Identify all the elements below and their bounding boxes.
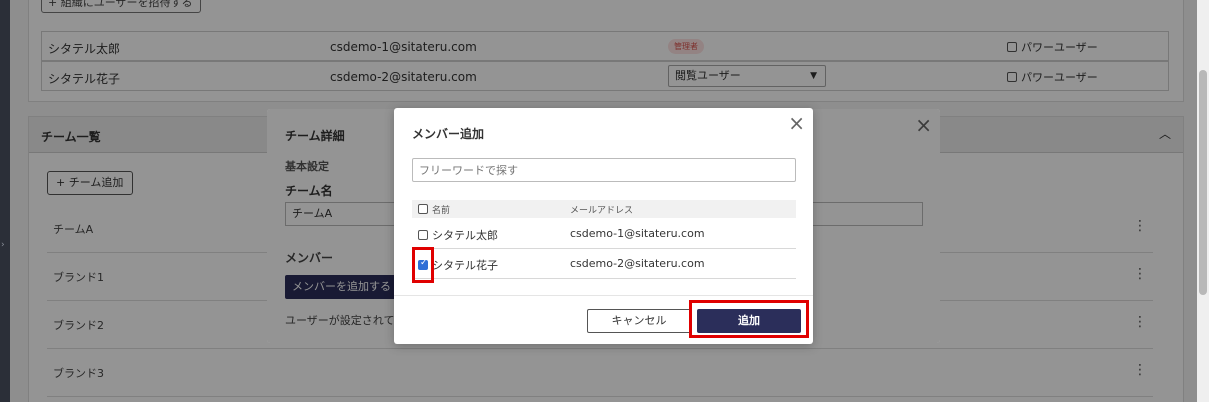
member-checkbox[interactable] bbox=[418, 230, 428, 240]
close-icon[interactable]: × bbox=[788, 111, 805, 135]
member-name-label: シタテル花子 bbox=[432, 259, 498, 272]
member-name-label: シタテル太郎 bbox=[432, 229, 498, 242]
add-button-highlight-frame bbox=[689, 300, 809, 338]
left-rail: › bbox=[0, 0, 10, 402]
member-email: csdemo-1@sitateru.com bbox=[570, 227, 705, 240]
scrollbar-thumb[interactable] bbox=[1199, 70, 1207, 295]
member-add-modal: メンバー追加 × 名前 メールアドレス シタテル太郎 csdemo-1@sita… bbox=[394, 108, 813, 344]
member-row[interactable]: シタテル花子 csdemo-2@sitateru.com bbox=[412, 249, 796, 279]
col-name-label: 名前 bbox=[432, 206, 451, 216]
member-table-header: 名前 メールアドレス bbox=[412, 200, 796, 218]
member-modal-title: メンバー追加 bbox=[412, 127, 485, 141]
checkbox-highlight-frame bbox=[412, 247, 434, 283]
select-all-checkbox[interactable] bbox=[418, 204, 428, 214]
col-name-header: 名前 bbox=[418, 203, 450, 216]
footer-divider bbox=[394, 295, 813, 296]
cancel-button[interactable]: キャンセル bbox=[587, 309, 691, 333]
member-row[interactable]: シタテル太郎 csdemo-1@sitateru.com bbox=[412, 219, 796, 249]
search-input[interactable] bbox=[412, 158, 796, 182]
member-name: シタテル太郎 bbox=[418, 227, 498, 243]
chevron-right-icon[interactable]: › bbox=[1, 240, 5, 250]
member-email: csdemo-2@sitateru.com bbox=[570, 257, 705, 270]
page-scrollbar[interactable] bbox=[1197, 0, 1209, 402]
col-email-header: メールアドレス bbox=[570, 206, 634, 216]
